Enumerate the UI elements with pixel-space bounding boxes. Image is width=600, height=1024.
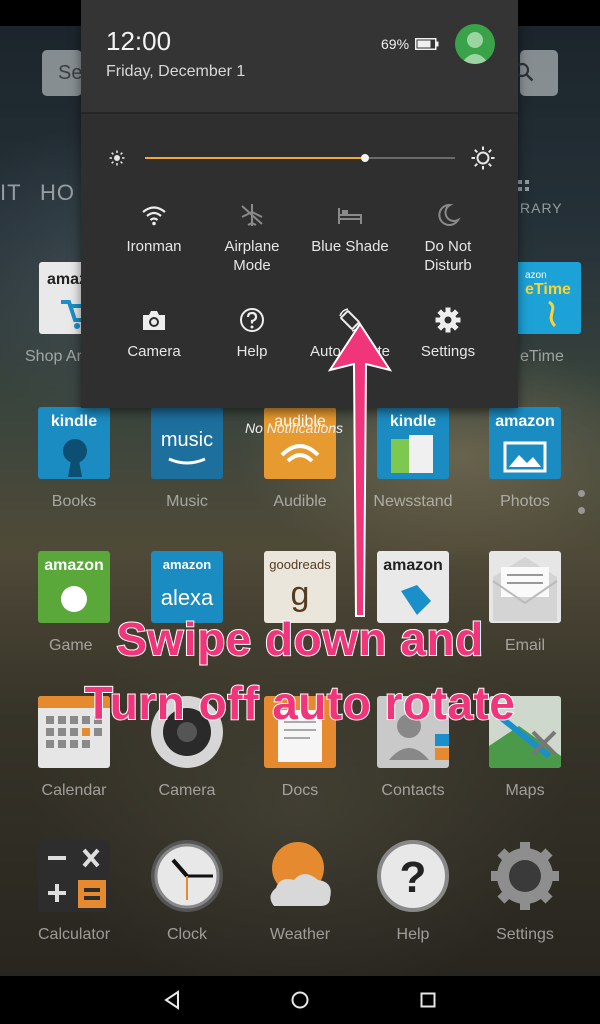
app-label: Weather bbox=[269, 926, 331, 943]
navigation-bar bbox=[0, 976, 600, 1024]
back-triangle-icon[interactable] bbox=[158, 986, 186, 1014]
battery-icon bbox=[415, 38, 439, 50]
moon-icon bbox=[438, 203, 461, 226]
app-icon: amazon bbox=[489, 407, 561, 479]
camera-icon bbox=[143, 311, 165, 330]
qs-camera[interactable]: Camera bbox=[104, 306, 204, 361]
home-nav-tab-home[interactable]: HO bbox=[40, 180, 75, 206]
calculator-icon bbox=[48, 848, 106, 908]
home-nav-tab-left[interactable]: IT bbox=[0, 180, 22, 206]
app-icon bbox=[264, 840, 336, 912]
qs-label: Settings bbox=[420, 343, 476, 360]
brightness-low-icon bbox=[109, 150, 125, 166]
clock-face-icon bbox=[154, 843, 220, 909]
bed-icon bbox=[338, 208, 362, 224]
home-circle-icon[interactable] bbox=[286, 986, 314, 1014]
app-icon bbox=[38, 840, 110, 912]
qs-wifi[interactable]: Ironman bbox=[104, 201, 204, 256]
app-photos[interactable]: amazon Photos bbox=[470, 407, 580, 511]
qs-label: Airplane Mode bbox=[224, 238, 280, 274]
app-icon: ? bbox=[377, 840, 449, 912]
qs-blue-shade[interactable]: Blue Shade bbox=[300, 201, 400, 256]
app-icon: music bbox=[151, 407, 223, 479]
page-indicator bbox=[578, 490, 585, 524]
app-weather[interactable]: Weather bbox=[245, 840, 355, 944]
qs-airplane-mode[interactable]: Airplane Mode bbox=[202, 201, 302, 275]
svg-text:azon: azon bbox=[525, 270, 547, 281]
app-music[interactable]: music Music bbox=[132, 407, 242, 511]
home-nav-tab-library[interactable]: RARY bbox=[520, 200, 563, 216]
app-tile-top-text: amazon bbox=[162, 557, 212, 572]
app-label: Calculator bbox=[37, 926, 111, 943]
app-label: eTime bbox=[520, 348, 564, 365]
app-tile-text: alexa bbox=[160, 585, 214, 610]
shade-divider bbox=[81, 112, 518, 114]
clock-date: Friday, December 1 bbox=[106, 63, 246, 80]
qs-settings[interactable]: Settings bbox=[398, 306, 498, 361]
brightness-slider[interactable] bbox=[145, 154, 455, 162]
page-dot bbox=[578, 507, 585, 514]
app-label: Contacts bbox=[381, 782, 445, 799]
app-clock[interactable]: Clock bbox=[132, 840, 242, 944]
qs-label: Blue Shade bbox=[311, 238, 389, 255]
svg-text:eTime: eTime bbox=[525, 281, 571, 298]
library-grid-icon bbox=[518, 180, 529, 191]
app-label: Clock bbox=[166, 926, 207, 943]
svg-text:?: ? bbox=[400, 853, 427, 902]
app-settings[interactable]: Settings bbox=[470, 840, 580, 944]
annotation-line-1: Swipe down and bbox=[115, 612, 484, 666]
app-label: Docs bbox=[281, 782, 319, 799]
app-icon: azon eTime bbox=[509, 262, 581, 334]
annotation-line-2: Turn off auto rotate bbox=[84, 676, 516, 730]
app-icon: kindle bbox=[38, 407, 110, 479]
screen: Se IT HO RARY amaz Shop Ar azon eTime eT… bbox=[0, 0, 600, 1024]
annotation-arrow-icon bbox=[327, 322, 393, 617]
recents-square-icon[interactable] bbox=[414, 986, 442, 1014]
clock-time: 12:00 bbox=[106, 26, 172, 56]
shade-header: 12:00 Friday, December 1 69% bbox=[81, 0, 518, 112]
question-mark-icon: ? bbox=[400, 853, 427, 902]
app-icon bbox=[489, 840, 561, 912]
home-search-placeholder: Se bbox=[58, 62, 83, 84]
page-dot bbox=[578, 490, 585, 497]
photo-frame-icon bbox=[503, 441, 547, 473]
app-label: Music bbox=[166, 493, 208, 510]
smile-arrow-icon bbox=[168, 457, 206, 465]
brightness-slider-thumb[interactable] bbox=[361, 154, 370, 162]
user-silhouette-icon bbox=[461, 32, 489, 64]
app-books[interactable]: kindle Books bbox=[19, 407, 129, 511]
qs-label: Ironman bbox=[126, 238, 182, 255]
qs-label: Camera bbox=[127, 343, 181, 360]
settings-gear-icon bbox=[491, 842, 559, 910]
app-label: Photos bbox=[500, 493, 550, 510]
help-icon bbox=[240, 308, 264, 332]
app-label: Calendar bbox=[41, 782, 107, 799]
qs-do-not-disturb[interactable]: Do Not Disturb bbox=[398, 201, 498, 275]
gear-icon bbox=[435, 307, 461, 333]
app-label: Camera bbox=[158, 782, 216, 799]
app-calculator[interactable]: Calculator bbox=[19, 840, 129, 944]
airplane-off-icon bbox=[241, 204, 263, 226]
brightness-high-icon bbox=[471, 146, 495, 170]
user-avatar[interactable] bbox=[455, 24, 495, 64]
qs-label: Do Not Disturb bbox=[424, 238, 472, 274]
wifi-icon bbox=[142, 206, 166, 226]
qs-help[interactable]: Help bbox=[202, 306, 302, 361]
app-label: Books bbox=[51, 493, 97, 510]
app-label: Maps bbox=[505, 782, 545, 799]
app-label: Settings bbox=[496, 926, 554, 943]
battery-percentage: 69% bbox=[381, 36, 410, 52]
weather-cloud-sun-icon bbox=[270, 842, 331, 906]
brightness-slider-fill bbox=[145, 157, 366, 159]
app-label: Help bbox=[396, 926, 430, 943]
reading-tree-icon bbox=[63, 439, 87, 477]
qs-label: Help bbox=[236, 343, 268, 360]
notification-shade: 12:00 Friday, December 1 69% Ironman Air… bbox=[81, 0, 518, 408]
app-help[interactable]: ? Help bbox=[358, 840, 468, 944]
app-icon bbox=[151, 840, 223, 912]
freetime-icon: azon eTime bbox=[525, 270, 571, 328]
